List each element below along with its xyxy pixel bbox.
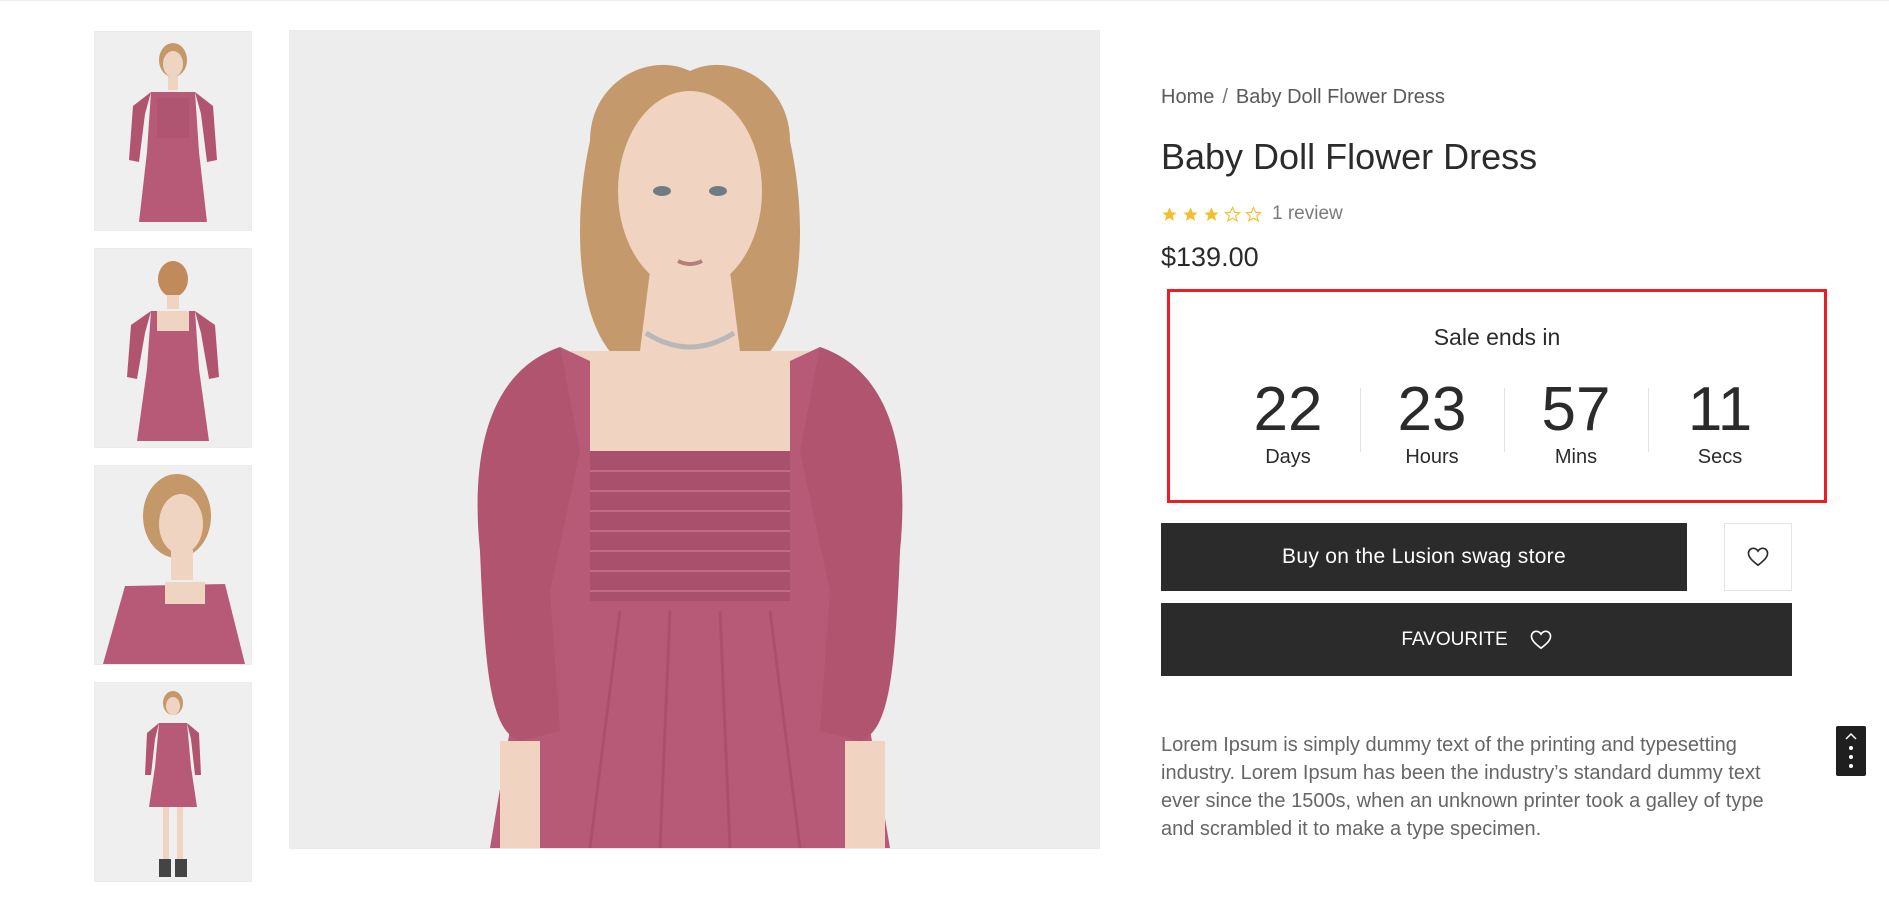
breadcrumb-current: Baby Doll Flower Dress xyxy=(1235,86,1445,108)
main-product-image[interactable] xyxy=(289,30,1100,849)
favourite-button[interactable]: FAVOURITE xyxy=(1161,603,1792,676)
buy-swag-store-button[interactable]: Buy on the Lusion swag store xyxy=(1161,523,1687,591)
scroll-top-button[interactable] xyxy=(1836,726,1866,776)
star-empty-icon xyxy=(1245,205,1262,222)
more-vertical-icon xyxy=(1849,745,1853,768)
countdown-hours: 23 Hours xyxy=(1360,378,1504,468)
countdown-value: 22 xyxy=(1253,375,1323,444)
countdown-value: 23 xyxy=(1397,375,1467,444)
product-price: $139.00 xyxy=(1161,242,1259,272)
countdown-label: Hours xyxy=(1405,446,1459,468)
thumbnail-back[interactable] xyxy=(94,248,252,448)
star-filled-icon xyxy=(1204,206,1219,221)
countdown-title: Sale ends in xyxy=(1433,324,1561,350)
thumbnail-front[interactable] xyxy=(94,31,252,231)
thumbnail-side[interactable] xyxy=(94,465,252,665)
countdown-label: Secs xyxy=(1697,446,1743,468)
product-description: Lorem Ipsum is simply dummy text of the … xyxy=(1161,734,1764,840)
chevron-up-icon xyxy=(1845,732,1857,740)
sale-countdown: Sale ends in 22 Days 23 Hours 57 Mins 11… xyxy=(1167,289,1827,503)
countdown-value: 57 xyxy=(1541,375,1611,444)
countdown-label: Days xyxy=(1265,446,1311,468)
top-divider xyxy=(0,0,1889,1)
product-title: Baby Doll Flower Dress xyxy=(1161,136,1538,177)
heart-outline-icon xyxy=(1747,547,1769,567)
star-filled-icon xyxy=(1162,206,1177,221)
countdown-units: 22 Days 23 Hours 57 Mins 11 Secs xyxy=(1216,375,1792,469)
star-empty-icon xyxy=(1224,205,1241,222)
review-count-link[interactable]: 1 review xyxy=(1272,203,1343,225)
breadcrumb-home[interactable]: Home xyxy=(1161,86,1214,108)
heart-outline-icon xyxy=(1530,630,1552,650)
countdown-mins: 57 Mins xyxy=(1504,378,1648,468)
thumbnail-gallery xyxy=(94,31,252,899)
thumbnail-full-length[interactable] xyxy=(94,682,252,882)
breadcrumb-separator: / xyxy=(1222,86,1228,108)
countdown-days: 22 Days xyxy=(1216,375,1360,469)
countdown-label: Mins xyxy=(1554,446,1598,468)
favourite-label: FAVOURITE xyxy=(1401,628,1508,650)
wishlist-button[interactable] xyxy=(1724,523,1792,591)
countdown-value: 11 xyxy=(1687,375,1753,444)
breadcrumb: Home / Baby Doll Flower Dress xyxy=(1161,86,1445,109)
product-rating[interactable]: 1 review xyxy=(1161,203,1343,225)
star-filled-icon xyxy=(1183,206,1198,221)
countdown-secs: 11 Secs xyxy=(1648,378,1792,468)
